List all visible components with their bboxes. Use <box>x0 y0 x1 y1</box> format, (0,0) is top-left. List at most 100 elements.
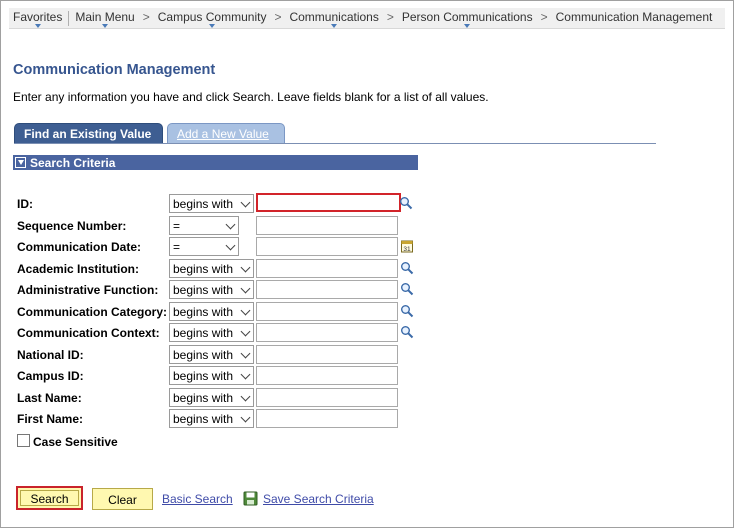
breadcrumb-label: Campus Community <box>157 10 267 24</box>
operator-select[interactable]: begins with <box>169 388 254 407</box>
breadcrumb-campus-community[interactable]: Campus Community <box>154 8 271 29</box>
operator-value: = <box>173 240 181 254</box>
breadcrumb-separator: > <box>540 10 548 24</box>
calendar-icon[interactable]: 31 <box>400 239 414 253</box>
breadcrumb-person-communications[interactable]: Person Communications <box>398 8 537 29</box>
field-row-last-name: Last Name: begins with <box>17 388 437 408</box>
field-label: Communication Category: <box>17 305 168 319</box>
case-sensitive-checkbox[interactable] <box>17 434 30 447</box>
clear-button-label: Clear <box>108 493 137 507</box>
first-name-input[interactable] <box>256 409 398 428</box>
campus-id-input[interactable] <box>256 366 398 385</box>
operator-select[interactable]: begins with <box>169 302 254 321</box>
operator-select[interactable]: begins with <box>169 366 254 385</box>
field-label: Communication Date: <box>17 240 142 254</box>
case-sensitive-label: Case Sensitive <box>33 435 118 449</box>
search-criteria-header[interactable]: Search Criteria <box>13 155 418 170</box>
field-row-communication-date: Communication Date: = 31 <box>17 237 437 257</box>
operator-value: begins with <box>173 305 234 319</box>
field-label: National ID: <box>17 348 84 362</box>
field-label: Academic Institution: <box>17 262 140 276</box>
search-button-label: Search <box>30 492 69 506</box>
id-input[interactable] <box>256 193 401 212</box>
operator-select[interactable]: = <box>169 216 239 235</box>
administrative-function-input[interactable] <box>256 280 398 299</box>
chevron-down-icon <box>240 369 251 380</box>
tab-label: Add a New Value <box>177 127 269 141</box>
lookup-icon[interactable] <box>400 261 414 275</box>
collapse-icon[interactable] <box>15 157 26 168</box>
tab-divider <box>14 143 656 144</box>
communication-context-input[interactable] <box>256 323 398 342</box>
chevron-down-icon <box>225 219 236 230</box>
field-label: Campus ID: <box>17 369 84 383</box>
operator-value: = <box>173 219 181 233</box>
chevron-down-icon <box>225 240 236 251</box>
lookup-icon[interactable] <box>400 304 414 318</box>
breadcrumb-separator: > <box>386 10 394 24</box>
breadcrumb-main-menu[interactable]: Main Menu <box>71 8 138 29</box>
operator-value: begins with <box>173 369 234 383</box>
field-row-id: ID: begins with <box>17 193 437 214</box>
save-search-criteria-link[interactable]: Save Search Criteria <box>263 492 374 506</box>
chevron-down-icon <box>240 283 251 294</box>
operator-value: begins with <box>173 326 234 340</box>
last-name-input[interactable] <box>256 388 398 407</box>
operator-select[interactable]: begins with <box>169 259 254 278</box>
tab-find-existing-value[interactable]: Find an Existing Value <box>14 123 163 144</box>
breadcrumb-communications[interactable]: Communications <box>285 8 382 29</box>
breadcrumb-divider <box>68 11 70 26</box>
breadcrumb-label: Main Menu <box>75 10 135 24</box>
communication-date-input[interactable] <box>256 237 398 256</box>
breadcrumb-label: Communication Management <box>555 10 713 24</box>
operator-select[interactable]: begins with <box>169 345 254 364</box>
page-title: Communication Management <box>13 62 216 78</box>
field-row-first-name: First Name: begins with <box>17 409 437 429</box>
field-label: Last Name: <box>17 391 82 405</box>
field-row-sequence-number: Sequence Number: = <box>17 216 437 236</box>
breadcrumb-label: Communications <box>289 10 379 24</box>
operator-select[interactable]: = <box>169 237 239 256</box>
breadcrumb-favorites[interactable]: Favorites <box>9 8 66 29</box>
communication-category-input[interactable] <box>256 302 398 321</box>
field-row-campus-id: Campus ID: begins with <box>17 366 437 386</box>
save-icon[interactable] <box>243 491 258 506</box>
field-row-national-id: National ID: begins with <box>17 345 437 365</box>
field-row-administrative-function: Administrative Function: begins with <box>17 280 437 300</box>
tab-add-new-value[interactable]: Add a New Value <box>167 123 285 144</box>
breadcrumb-separator: > <box>274 10 282 24</box>
breadcrumb-separator: > <box>142 10 150 24</box>
field-row-communication-category: Communication Category: begins with <box>17 302 437 322</box>
field-label: Sequence Number: <box>17 219 127 233</box>
operator-value: begins with <box>173 197 234 211</box>
operator-select[interactable]: begins with <box>169 194 254 213</box>
breadcrumb-label: Favorites <box>13 10 63 24</box>
sequence-number-input[interactable] <box>256 216 398 235</box>
lookup-icon[interactable] <box>399 196 413 210</box>
operator-select[interactable]: begins with <box>169 280 254 299</box>
basic-search-link[interactable]: Basic Search <box>162 492 233 506</box>
section-title: Search Criteria <box>30 155 116 170</box>
lookup-icon[interactable] <box>400 325 414 339</box>
dropdown-arrow-icon <box>209 24 216 28</box>
operator-select[interactable]: begins with <box>169 323 254 342</box>
chevron-down-icon <box>240 262 251 273</box>
clear-button[interactable]: Clear <box>92 488 153 510</box>
svg-text:31: 31 <box>403 246 411 253</box>
operator-value: begins with <box>173 262 234 276</box>
field-label: Administrative Function: <box>17 283 159 297</box>
academic-institution-input[interactable] <box>256 259 398 278</box>
chevron-down-icon <box>240 348 251 359</box>
breadcrumb-label: Person Communications <box>401 10 533 24</box>
national-id-input[interactable] <box>256 345 398 364</box>
operator-value: begins with <box>173 412 234 426</box>
operator-select[interactable]: begins with <box>169 409 254 428</box>
chevron-down-icon <box>240 412 251 423</box>
search-button[interactable]: Search <box>16 486 83 510</box>
dropdown-arrow-icon <box>331 24 338 28</box>
field-label: Communication Context: <box>17 326 160 340</box>
breadcrumb: Favorites Main Menu > Campus Community >… <box>9 8 725 29</box>
lookup-icon[interactable] <box>400 282 414 296</box>
field-row-communication-context: Communication Context: begins with <box>17 323 437 343</box>
instructions-text: Enter any information you have and click… <box>13 90 489 104</box>
